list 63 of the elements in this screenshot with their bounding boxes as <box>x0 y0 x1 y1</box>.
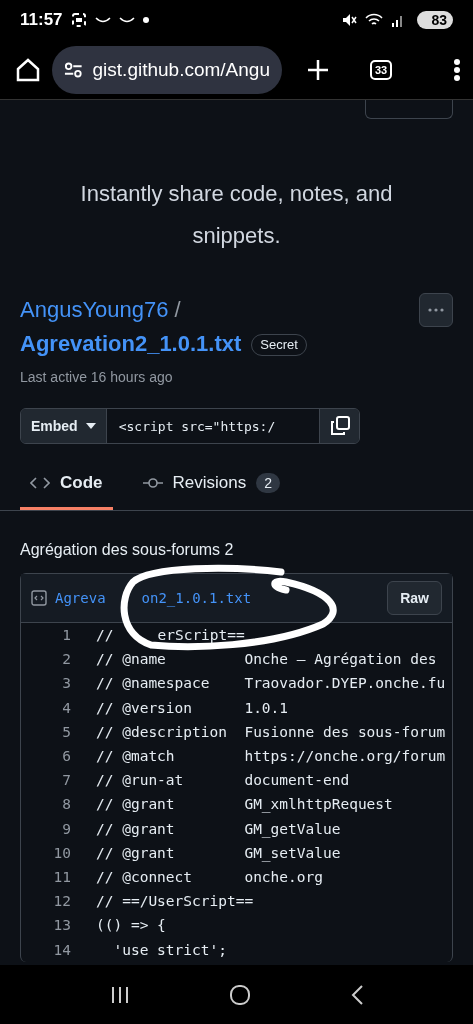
line-number: 1 <box>61 627 71 644</box>
file-code-icon <box>31 590 47 606</box>
code-line: // ==/UserScript== <box>96 893 254 910</box>
revision-count: 2 <box>256 473 280 493</box>
code-line: // @connect onche.org <box>96 868 323 885</box>
back-icon[interactable] <box>349 983 364 1006</box>
code-line: // @grant GM_setValue <box>96 844 341 861</box>
code-line: // @name Onche – Agrégation des <box>96 651 437 668</box>
path-separator: / <box>174 297 181 322</box>
tab-count-button[interactable]: 33 <box>370 59 393 80</box>
home-nav-icon[interactable] <box>228 983 251 1006</box>
code-line: // <box>96 627 114 644</box>
line-number: 9 <box>61 820 71 837</box>
code-line: // @match https://onche.org/forum <box>96 748 446 765</box>
battery-indicator: 83 <box>417 11 453 29</box>
code-line: // @version 1.0.1 <box>96 699 289 716</box>
line-number: 8 <box>61 796 71 813</box>
line-number: 4 <box>61 699 71 716</box>
ellipsis-icon <box>428 308 444 312</box>
hero-tagline: Instantly share code, notes, and snippets. <box>79 180 394 250</box>
code-line: // @namespace Traovador.DYEP.onche.fu <box>96 675 446 692</box>
recents-icon[interactable] <box>109 984 130 1005</box>
line-number: 2 <box>61 651 71 668</box>
owner-link[interactable]: AngusYoung76 <box>20 297 169 322</box>
tab[interactable]: Revisions 2 <box>132 461 290 510</box>
more-options-button[interactable] <box>419 293 453 327</box>
site-settings-icon[interactable] <box>64 61 83 78</box>
screenshot-icon <box>70 12 87 28</box>
line-number: 13 <box>52 917 71 934</box>
line-number: 14 <box>52 941 71 958</box>
code-line: 'use strict'; <box>112 941 227 958</box>
code-line: erScript== <box>157 627 245 644</box>
code-line: (() => { <box>96 917 166 934</box>
file-name-end[interactable]: on2_1.0.1.txt <box>141 590 252 606</box>
tab[interactable]: Code <box>20 461 113 510</box>
status-time: 11:57 <box>20 10 63 30</box>
code-icon <box>30 476 50 490</box>
line-number: 3 <box>61 675 71 692</box>
code-line: // @run-at document-end <box>96 772 350 789</box>
file-name-start[interactable]: Agreva <box>55 590 106 606</box>
url-bar[interactable]: gist.github.com/Angu <box>52 45 282 94</box>
line-number: 12 <box>52 893 71 910</box>
line-number: 5 <box>61 723 71 740</box>
line-number: 11 <box>52 868 71 885</box>
gist-title-link[interactable]: Agrevation2_1.0.1.txt <box>20 327 242 361</box>
line-number: 6 <box>61 748 71 765</box>
line-number: 7 <box>61 772 71 789</box>
last-active-text: Last active 16 hours ago <box>20 369 174 385</box>
code-line: // @grant GM_xmlhttpRequest <box>96 796 393 813</box>
raw-button[interactable]: Raw <box>387 581 442 615</box>
more-menu-icon[interactable] <box>453 57 461 82</box>
url-text: gist.github.com/Angu <box>92 58 270 81</box>
dot-icon <box>142 17 149 23</box>
commit-icon <box>142 476 163 490</box>
code-line: // @grant GM_getValue <box>96 820 341 837</box>
notification-icon <box>94 16 111 24</box>
wifi-icon <box>365 12 384 28</box>
plus-icon[interactable] <box>306 57 330 82</box>
line-number: 10 <box>52 844 71 861</box>
code-line: // @description Fusionne des sous-forum <box>96 723 446 740</box>
gist-description: Agrégation des sous-forums 2 <box>20 541 235 559</box>
notification-icon <box>118 16 135 24</box>
mute-icon <box>341 12 358 28</box>
